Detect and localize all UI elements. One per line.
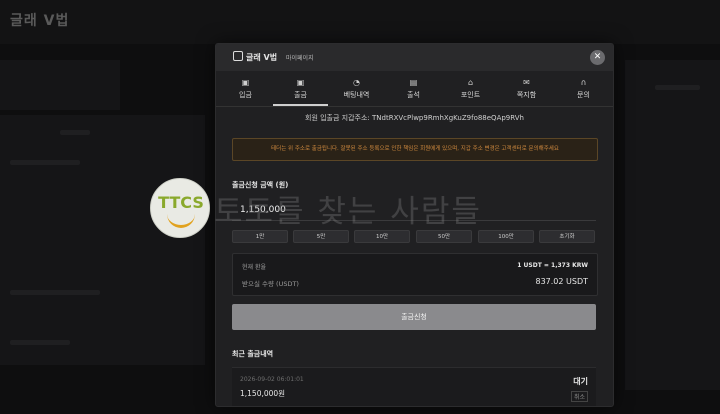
smile-icon <box>167 211 195 228</box>
close-icon[interactable]: ✕ <box>590 50 605 65</box>
watermark-logo-text: TTCS <box>158 193 204 212</box>
tab-label: 베팅내역 <box>343 91 370 99</box>
quick-1m-button[interactable]: 100만 <box>478 230 534 243</box>
headset-icon: ∩ <box>580 78 587 87</box>
background-line <box>655 85 700 90</box>
background-logo: 글래 V법 <box>10 13 70 29</box>
receive-value: 837.02 USDT <box>535 277 588 286</box>
history-status: 대기 <box>573 377 588 386</box>
history-row: 2026-09-02 06:01:01 1,150,000원 대기 취소 <box>232 367 596 406</box>
withdraw-icon: ▣ <box>296 78 305 87</box>
history-cancel-button[interactable]: 취소 <box>570 391 588 402</box>
background-line <box>10 160 80 165</box>
receive-label: 받으실 수량 (USDT) <box>242 280 299 288</box>
watermark-slogan: 토토를 찾는 사람들 <box>214 194 482 230</box>
background-panel <box>0 60 120 110</box>
mypage-label: 마이페이지 <box>286 55 314 62</box>
wallet-address: 회원 입출금 지갑주소: TNdtRXVcPlwp9RmhXgKuZ9fo88e… <box>216 113 613 123</box>
mail-icon: ✉ <box>523 78 530 87</box>
tab-label: 출석 <box>407 91 420 99</box>
background-panel <box>0 115 205 365</box>
rate-label: 현재 환율 <box>242 264 266 271</box>
history-date: 2026-09-02 06:01:01 <box>240 376 304 383</box>
history-amount: 1,150,000원 <box>240 389 286 398</box>
tab-label: 문의 <box>577 91 590 99</box>
quick-100k-button[interactable]: 10만 <box>354 230 410 243</box>
background-line <box>10 340 70 345</box>
tab-label: 포인트 <box>460 91 481 99</box>
warning-notice: 테더는 위 주소로 출금됩니다. 잘못된 주소 등록으로 인한 책임은 회원에게… <box>232 138 598 161</box>
logo-mark-icon <box>233 51 243 61</box>
background-line <box>10 290 100 295</box>
tab-bet-history[interactable]: ◔ 베팅내역 <box>329 74 384 106</box>
exchange-rate-box: 현재 환율 1 USDT = 1,373 KRW 받으실 수량 (USDT) 8… <box>232 253 598 296</box>
tab-bar: ▣ 입금 ▣ 출금 ◔ 베팅내역 ▤ 출석 ⌂ 포인트 ✉ 쪽지함 ∩ 문의 <box>216 74 613 107</box>
tab-label: 쪽지함 <box>516 91 537 99</box>
calendar-icon: ▤ <box>409 78 418 87</box>
background-line <box>60 130 90 135</box>
modal-logo[interactable]: 글래 V법 <box>233 51 277 63</box>
wallet-address-value: TNdtRXVcPlwp9RmhXgKuZ9fo88eQAp9RVh <box>372 114 524 122</box>
background-panel <box>625 60 720 390</box>
tab-attendance[interactable]: ▤ 출석 <box>386 74 441 106</box>
recent-history-title: 최근 출금내역 <box>232 350 274 358</box>
clock-icon: ◔ <box>353 78 360 87</box>
tab-withdraw[interactable]: ▣ 출금 <box>273 74 328 106</box>
deposit-icon: ▣ <box>241 78 250 87</box>
gift-icon: ⌂ <box>467 78 474 87</box>
background-header: 글래 V법 <box>0 0 720 44</box>
quick-50k-button[interactable]: 5만 <box>293 230 349 243</box>
quick-10k-button[interactable]: 1만 <box>232 230 288 243</box>
tab-messages[interactable]: ✉ 쪽지함 <box>499 74 554 106</box>
modal-header: 글래 V법 마이페이지 ✕ <box>216 44 613 71</box>
tab-inquiry[interactable]: ∩ 문의 <box>556 74 611 106</box>
watermark-logo: TTCS <box>150 178 210 238</box>
tab-label: 입금 <box>239 91 252 99</box>
quick-500k-button[interactable]: 50만 <box>416 230 472 243</box>
tab-deposit[interactable]: ▣ 입금 <box>218 74 273 106</box>
withdraw-submit-button[interactable]: 출금신청 <box>232 304 596 330</box>
reset-button[interactable]: 초기화 <box>539 230 595 243</box>
rate-value: 1 USDT = 1,373 KRW <box>517 262 588 269</box>
tab-points[interactable]: ⌂ 포인트 <box>443 74 498 106</box>
wallet-address-label: 회원 입출금 지갑주소: <box>305 114 370 122</box>
modal-logo-text: 글래 V법 <box>246 53 278 62</box>
tab-label: 출금 <box>294 91 307 99</box>
